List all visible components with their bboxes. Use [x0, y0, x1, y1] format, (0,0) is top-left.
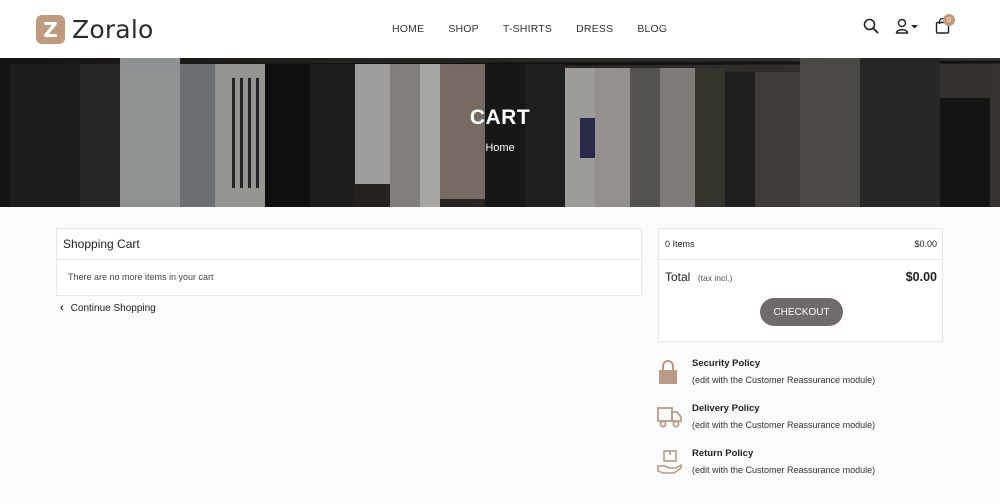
cart-count-badge: 0: [943, 14, 955, 26]
banner-clothing-image: [0, 58, 1000, 207]
page-banner: CART Home: [0, 58, 1000, 207]
search-icon[interactable]: [863, 18, 879, 34]
lock-icon: [656, 358, 684, 386]
cart-title: Shopping Cart: [57, 229, 641, 260]
page-title: CART: [469, 106, 531, 129]
reassurance-return: Return Policy (edit with the Customer Re…: [656, 448, 956, 488]
breadcrumb-home[interactable]: Home: [0, 142, 1000, 154]
user-icon[interactable]: [895, 18, 919, 34]
delivery-policy-desc: (edit with the Customer Reassurance modu…: [692, 420, 876, 430]
continue-shopping-link[interactable]: ‹ Continue Shopping: [60, 302, 156, 314]
main-nav: HOME SHOP T-SHIRTS DRESS BLOG: [392, 23, 691, 35]
total-label: Total: [665, 270, 691, 284]
reassurance-delivery: Delivery Policy (edit with the Customer …: [656, 403, 956, 443]
header-icons: 0: [847, 14, 955, 34]
checkout-button[interactable]: CHECKOUT: [760, 298, 843, 326]
logo-mark: Z: [36, 15, 65, 44]
cart-summary: 0 Items $0.00 Total (tax incl.) $0.00 CH…: [658, 228, 943, 342]
security-policy-desc: (edit with the Customer Reassurance modu…: [692, 375, 876, 385]
shopping-cart-panel: Shopping Cart There are no more items in…: [56, 228, 642, 296]
logo[interactable]: Z Zoralo: [36, 15, 153, 44]
total-row: Total (tax incl.) $0.00: [659, 260, 942, 286]
site-header: Z Zoralo HOME SHOP T-SHIRTS DRESS BLOG 0: [0, 0, 1000, 58]
chevron-left-icon: ‹: [60, 302, 64, 314]
return-box-icon: [656, 448, 684, 476]
reassurance-security: Security Policy (edit with the Customer …: [656, 358, 956, 398]
total-value: $0.00: [905, 270, 937, 284]
items-count: 0 Items: [665, 239, 695, 249]
nav-item-dress[interactable]: DRESS: [576, 23, 613, 35]
delivery-policy-title: Delivery Policy: [692, 403, 760, 414]
truck-icon: [656, 403, 684, 431]
items-subtotal: $0.00: [914, 239, 937, 249]
continue-shopping-label: Continue Shopping: [70, 302, 156, 314]
nav-item-blog[interactable]: BLOG: [637, 23, 667, 35]
return-policy-title: Return Policy: [692, 448, 754, 459]
logo-text: Zoralo: [72, 15, 154, 44]
shopping-bag-icon[interactable]: 0: [935, 14, 955, 34]
items-row: 0 Items $0.00: [659, 229, 942, 260]
nav-item-home[interactable]: HOME: [392, 23, 424, 35]
return-policy-desc: (edit with the Customer Reassurance modu…: [692, 465, 876, 475]
security-policy-title: Security Policy: [692, 358, 761, 369]
nav-item-tshirts[interactable]: T-SHIRTS: [503, 23, 552, 35]
nav-item-shop[interactable]: SHOP: [448, 23, 479, 35]
total-tax-note: (tax incl.): [697, 273, 733, 283]
cart-empty-message: There are no more items in your cart: [68, 272, 214, 282]
